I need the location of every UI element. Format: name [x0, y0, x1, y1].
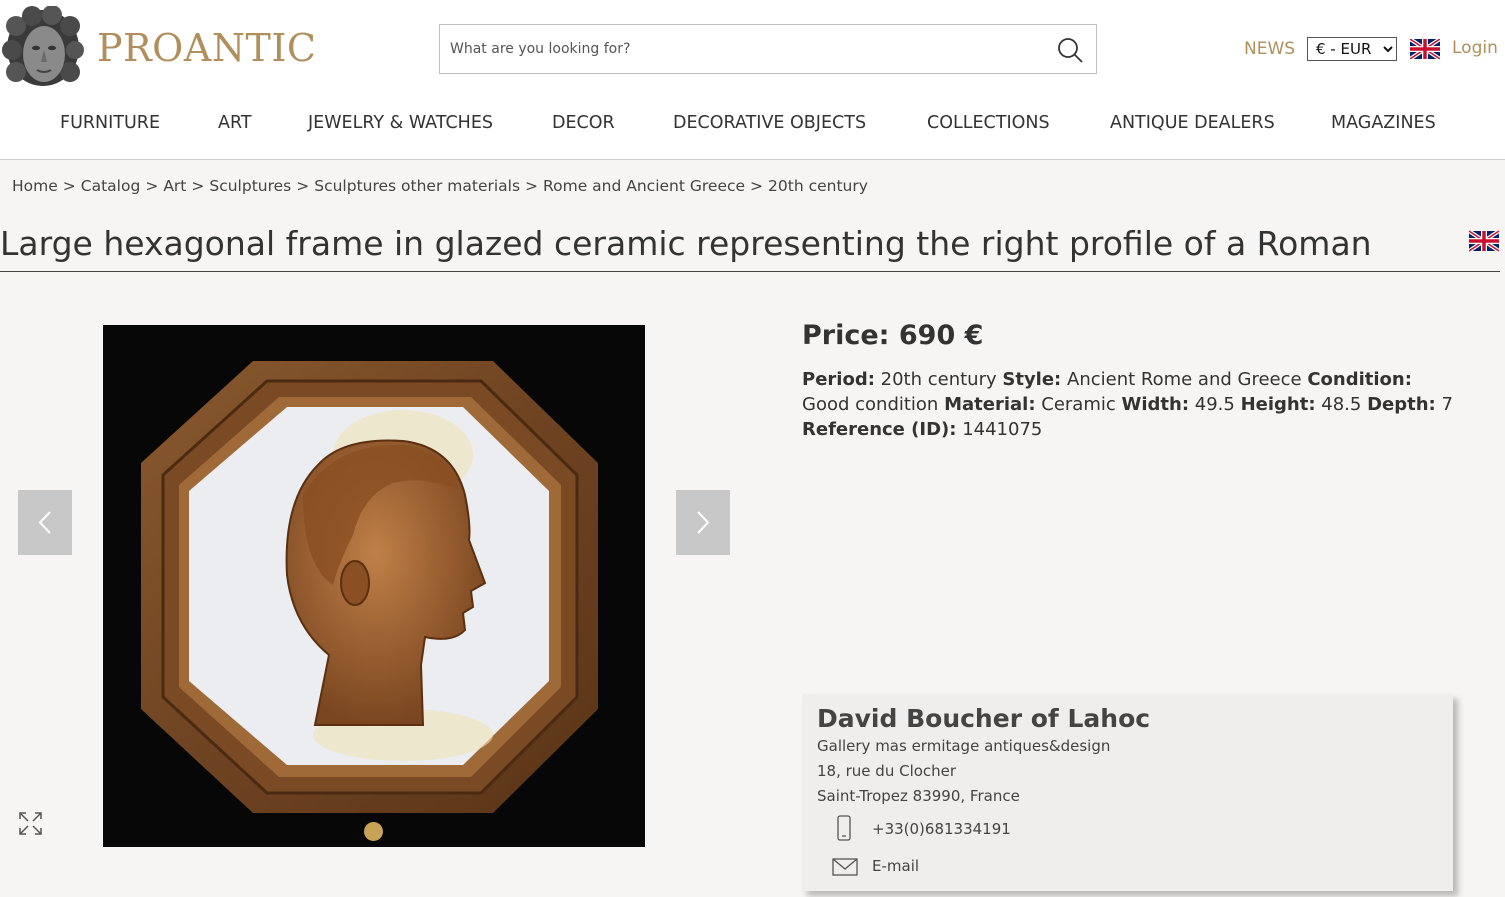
- breadcrumb-20th-century[interactable]: 20th century: [768, 177, 868, 195]
- spec-label-width: Width:: [1121, 394, 1190, 415]
- spec-label-depth: Depth:: [1367, 394, 1436, 415]
- language-flag-icon[interactable]: [1469, 230, 1499, 252]
- nav-item-decorative-objects[interactable]: DECORATIVE OBJECTS: [673, 113, 866, 133]
- breadcrumb-sculptures-other-materials[interactable]: Sculptures other materials: [314, 177, 520, 195]
- spec-label-period: Period:: [802, 369, 875, 390]
- product-price: Price: 690 €: [802, 320, 983, 351]
- price-label: Price:: [802, 320, 890, 351]
- ceramic-frame-image: [141, 361, 598, 813]
- spec-label-style: Style:: [1002, 369, 1062, 390]
- dealer-email-link[interactable]: E-mail: [872, 857, 919, 875]
- carousel-next-button[interactable]: [676, 490, 730, 555]
- search-bar: [439, 24, 1097, 74]
- spec-value-reference: 1441075: [962, 419, 1043, 440]
- breadcrumb-home[interactable]: Home: [12, 177, 58, 195]
- main-nav: FURNITURE ART JEWELRY & WATCHES DECOR DE…: [0, 113, 1505, 143]
- spec-value-material: Ceramic: [1041, 394, 1116, 415]
- chevron-right-icon: [697, 511, 710, 534]
- breadcrumb: Home > Catalog > Art > Sculptures > Sculptures o…: [12, 177, 868, 195]
- uk-flag-icon[interactable]: [1410, 39, 1440, 59]
- breadcrumb-rome-ancient-greece[interactable]: Rome and Ancient Greece: [543, 177, 745, 195]
- news-link[interactable]: NEWS: [1244, 39, 1295, 59]
- dealer-name[interactable]: David Boucher of Lahoc: [817, 704, 1150, 733]
- nav-item-collections[interactable]: COLLECTIONS: [927, 113, 1050, 133]
- breadcrumb-separator: >: [145, 177, 159, 195]
- fullscreen-expand-icon[interactable]: [18, 811, 43, 836]
- nav-item-decor[interactable]: DECOR: [552, 113, 615, 133]
- spec-label-condition: Condition:: [1307, 369, 1412, 390]
- nav-item-magazines[interactable]: MAGAZINES: [1331, 113, 1436, 133]
- search-icon[interactable]: [1056, 36, 1084, 64]
- currency-select[interactable]: € - EUR: [1307, 37, 1397, 61]
- spec-value-condition: Good condition: [802, 394, 939, 415]
- chevron-left-icon: [38, 511, 51, 534]
- dealer-phone[interactable]: +33(0)681334191: [872, 820, 1011, 838]
- breadcrumb-separator: >: [62, 177, 76, 195]
- spec-value-style: Ancient Rome and Greece: [1067, 369, 1302, 390]
- product-title: Large hexagonal frame in glazed ceramic …: [0, 224, 1372, 263]
- search-input[interactable]: [440, 25, 1040, 73]
- dealer-city: Saint-Tropez 83990, France: [817, 787, 1020, 805]
- spec-value-depth: 7: [1441, 394, 1453, 415]
- nav-item-antique-dealers[interactable]: ANTIQUE DEALERS: [1110, 113, 1275, 133]
- email-icon: [832, 858, 858, 876]
- breadcrumb-separator: >: [191, 177, 205, 195]
- title-divider: [0, 271, 1500, 272]
- nav-item-jewelry-watches[interactable]: JEWELRY & WATCHES: [308, 113, 493, 133]
- logo-text[interactable]: PROANTIC: [97, 26, 316, 70]
- phone-icon: [837, 815, 851, 841]
- breadcrumb-art[interactable]: Art: [163, 177, 186, 195]
- logo-head-icon[interactable]: [2, 6, 84, 92]
- nav-item-furniture[interactable]: FURNITURE: [60, 113, 160, 133]
- carousel-prev-button[interactable]: [18, 490, 72, 555]
- breadcrumb-sculptures[interactable]: Sculptures: [209, 177, 291, 195]
- spec-value-period: 20th century: [880, 369, 997, 390]
- product-specs: Period: 20th century Style: Ancient Rome…: [802, 367, 1462, 442]
- breadcrumb-catalog[interactable]: Catalog: [81, 177, 141, 195]
- carousel-dot-active[interactable]: [364, 822, 383, 841]
- spec-label-height: Height:: [1240, 394, 1316, 415]
- product-photo[interactable]: [103, 325, 645, 847]
- dealer-street: 18, rue du Clocher: [817, 762, 957, 780]
- spec-value-height: 48.5: [1321, 394, 1362, 415]
- spec-value-width: 49.5: [1194, 394, 1235, 415]
- nav-item-art[interactable]: ART: [218, 113, 252, 133]
- dealer-gallery: Gallery mas ermitage antiques&design: [817, 737, 1111, 755]
- spec-label-reference: Reference (ID):: [802, 419, 957, 440]
- dealer-card: David Boucher of Lahoc Gallery mas ermit…: [802, 694, 1453, 891]
- spec-label-material: Material:: [944, 394, 1036, 415]
- login-link[interactable]: Login: [1452, 38, 1498, 58]
- breadcrumb-separator: >: [525, 177, 539, 195]
- breadcrumb-separator: >: [296, 177, 310, 195]
- price-value: 690 €: [898, 320, 984, 351]
- breadcrumb-separator: >: [750, 177, 764, 195]
- site-header: PROANTIC NEWS € - EUR Login FURNITURE AR…: [0, 0, 1505, 160]
